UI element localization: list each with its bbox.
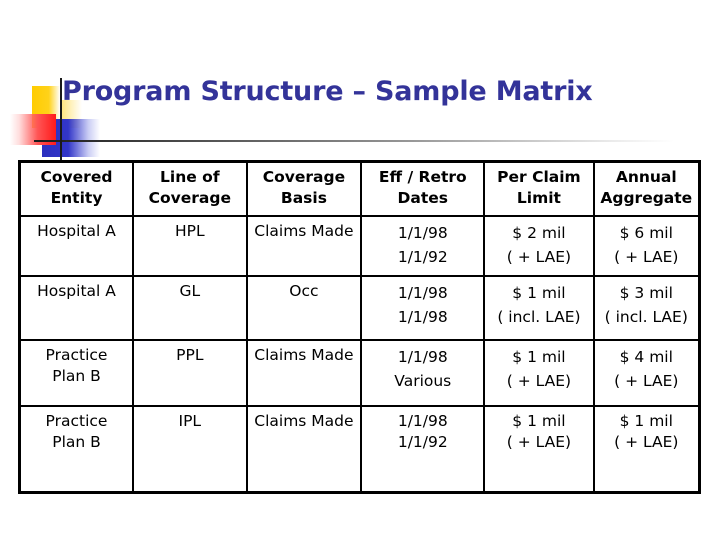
cell-line: 1/1/92 — [397, 433, 448, 451]
cell-coverage-basis: Claims Made — [245, 405, 363, 494]
cell-line: 1/1/98 — [397, 348, 448, 366]
title-underline-rule — [34, 140, 674, 142]
cell-line: ( + LAE) — [614, 372, 679, 390]
table-row: Practice Plan B IPL Claims Made 1/1/98 1… — [18, 405, 701, 494]
cell-line-of-coverage: HPL — [131, 215, 248, 277]
cell-line: Hospital A — [37, 282, 116, 300]
cell-per-claim-limit: $ 1 mil ( incl. LAE) — [483, 275, 595, 341]
program-matrix-table: Covered Entity Line of Coverage Coverage… — [18, 160, 701, 494]
cell-line-of-coverage: PPL — [131, 339, 248, 407]
cell-line: $ 2 mil — [512, 224, 566, 242]
cell-line: ( incl. LAE) — [497, 308, 581, 326]
cell-line: ( + LAE) — [614, 433, 679, 451]
cell-line: Hospital A — [37, 222, 116, 240]
cell-coverage-basis: Claims Made — [245, 215, 363, 277]
cell-annual-aggregate: $ 3 mil ( incl. LAE) — [592, 275, 701, 341]
cell-line: ( + LAE) — [506, 248, 572, 266]
cell-annual-aggregate: $ 6 mil ( + LAE) — [592, 215, 701, 277]
cell-line: 1/1/98 — [397, 412, 448, 430]
cell-line: $ 1 mil — [619, 412, 673, 430]
cell-line-of-coverage: GL — [131, 275, 248, 341]
header-line: Limit — [516, 189, 561, 207]
cell-line: $ 4 mil — [619, 348, 673, 366]
cell-line: Plan B — [52, 367, 101, 385]
header-line-of-coverage: Line of Coverage — [131, 160, 248, 217]
header-annual-aggregate: Annual Aggregate — [592, 160, 701, 217]
cell-per-claim-limit: $ 1 mil ( + LAE) — [483, 405, 595, 494]
header-line: Line of — [160, 168, 220, 186]
header-line: Per Claim — [497, 168, 581, 186]
cell-covered-entity: Hospital A — [18, 275, 134, 341]
header-covered-entity: Covered Entity — [18, 160, 134, 217]
cell-dates: 1/1/98 1/1/92 — [360, 215, 486, 277]
header-line: Entity — [50, 189, 103, 207]
cell-line: ( + LAE) — [614, 248, 679, 266]
cell-line: $ 1 mil — [512, 284, 566, 302]
header-eff-retro-dates: Eff / Retro Dates — [360, 160, 486, 217]
cell-per-claim-limit: $ 1 mil ( + LAE) — [483, 339, 595, 407]
cell-line: ( + LAE) — [506, 433, 572, 451]
cell-annual-aggregate: $ 1 mil ( + LAE) — [592, 405, 701, 494]
cell-annual-aggregate: $ 4 mil ( + LAE) — [592, 339, 701, 407]
table-row: Hospital A HPL Claims Made 1/1/98 1/1/92… — [18, 215, 701, 277]
cell-covered-entity: Practice Plan B — [18, 405, 134, 494]
header-line: Coverage — [262, 168, 346, 186]
cell-line: 1/1/98 — [397, 284, 448, 302]
cell-line: Practice — [45, 346, 108, 364]
cell-line: 1/1/92 — [397, 248, 448, 266]
header-line: Coverage — [148, 189, 231, 207]
header-per-claim-limit: Per Claim Limit — [483, 160, 595, 217]
header-line: Dates — [397, 189, 449, 207]
cell-line: Practice — [45, 412, 108, 430]
cell-line: $ 3 mil — [619, 284, 673, 302]
table-header-row: Covered Entity Line of Coverage Coverage… — [18, 160, 701, 217]
cell-dates: 1/1/98 Various — [360, 339, 486, 407]
header-line: Covered — [40, 168, 113, 186]
cell-dates: 1/1/98 1/1/98 — [360, 275, 486, 341]
cell-line: ( incl. LAE) — [604, 308, 688, 326]
slide-title: Program Structure – Sample Matrix — [62, 76, 593, 107]
cell-line: $ 1 mil — [512, 348, 566, 366]
cell-covered-entity: Hospital A — [18, 215, 134, 277]
cell-line: Plan B — [52, 433, 101, 451]
cell-dates: 1/1/98 1/1/92 — [360, 405, 486, 494]
cell-coverage-basis: Claims Made — [245, 339, 363, 407]
cell-line: Various — [394, 372, 452, 390]
cell-line: ( + LAE) — [506, 372, 572, 390]
table-row: Practice Plan B PPL Claims Made 1/1/98 V… — [18, 339, 701, 407]
cell-covered-entity: Practice Plan B — [18, 339, 134, 407]
cell-coverage-basis: Occ — [245, 275, 363, 341]
header-line: Annual — [615, 168, 677, 186]
cell-line: 1/1/98 — [397, 308, 448, 326]
cell-line-of-coverage: IPL — [131, 405, 248, 494]
cell-per-claim-limit: $ 2 mil ( + LAE) — [483, 215, 595, 277]
table-row: Hospital A GL Occ 1/1/98 1/1/98 $ 1 mil … — [18, 275, 701, 341]
cell-line: 1/1/98 — [397, 224, 448, 242]
header-line: Eff / Retro — [378, 168, 467, 186]
header-line: Basis — [280, 189, 327, 207]
cell-line: $ 6 mil — [619, 224, 673, 242]
cell-line: $ 1 mil — [512, 412, 566, 430]
header-line: Aggregate — [600, 189, 693, 207]
header-coverage-basis: Coverage Basis — [245, 160, 363, 217]
